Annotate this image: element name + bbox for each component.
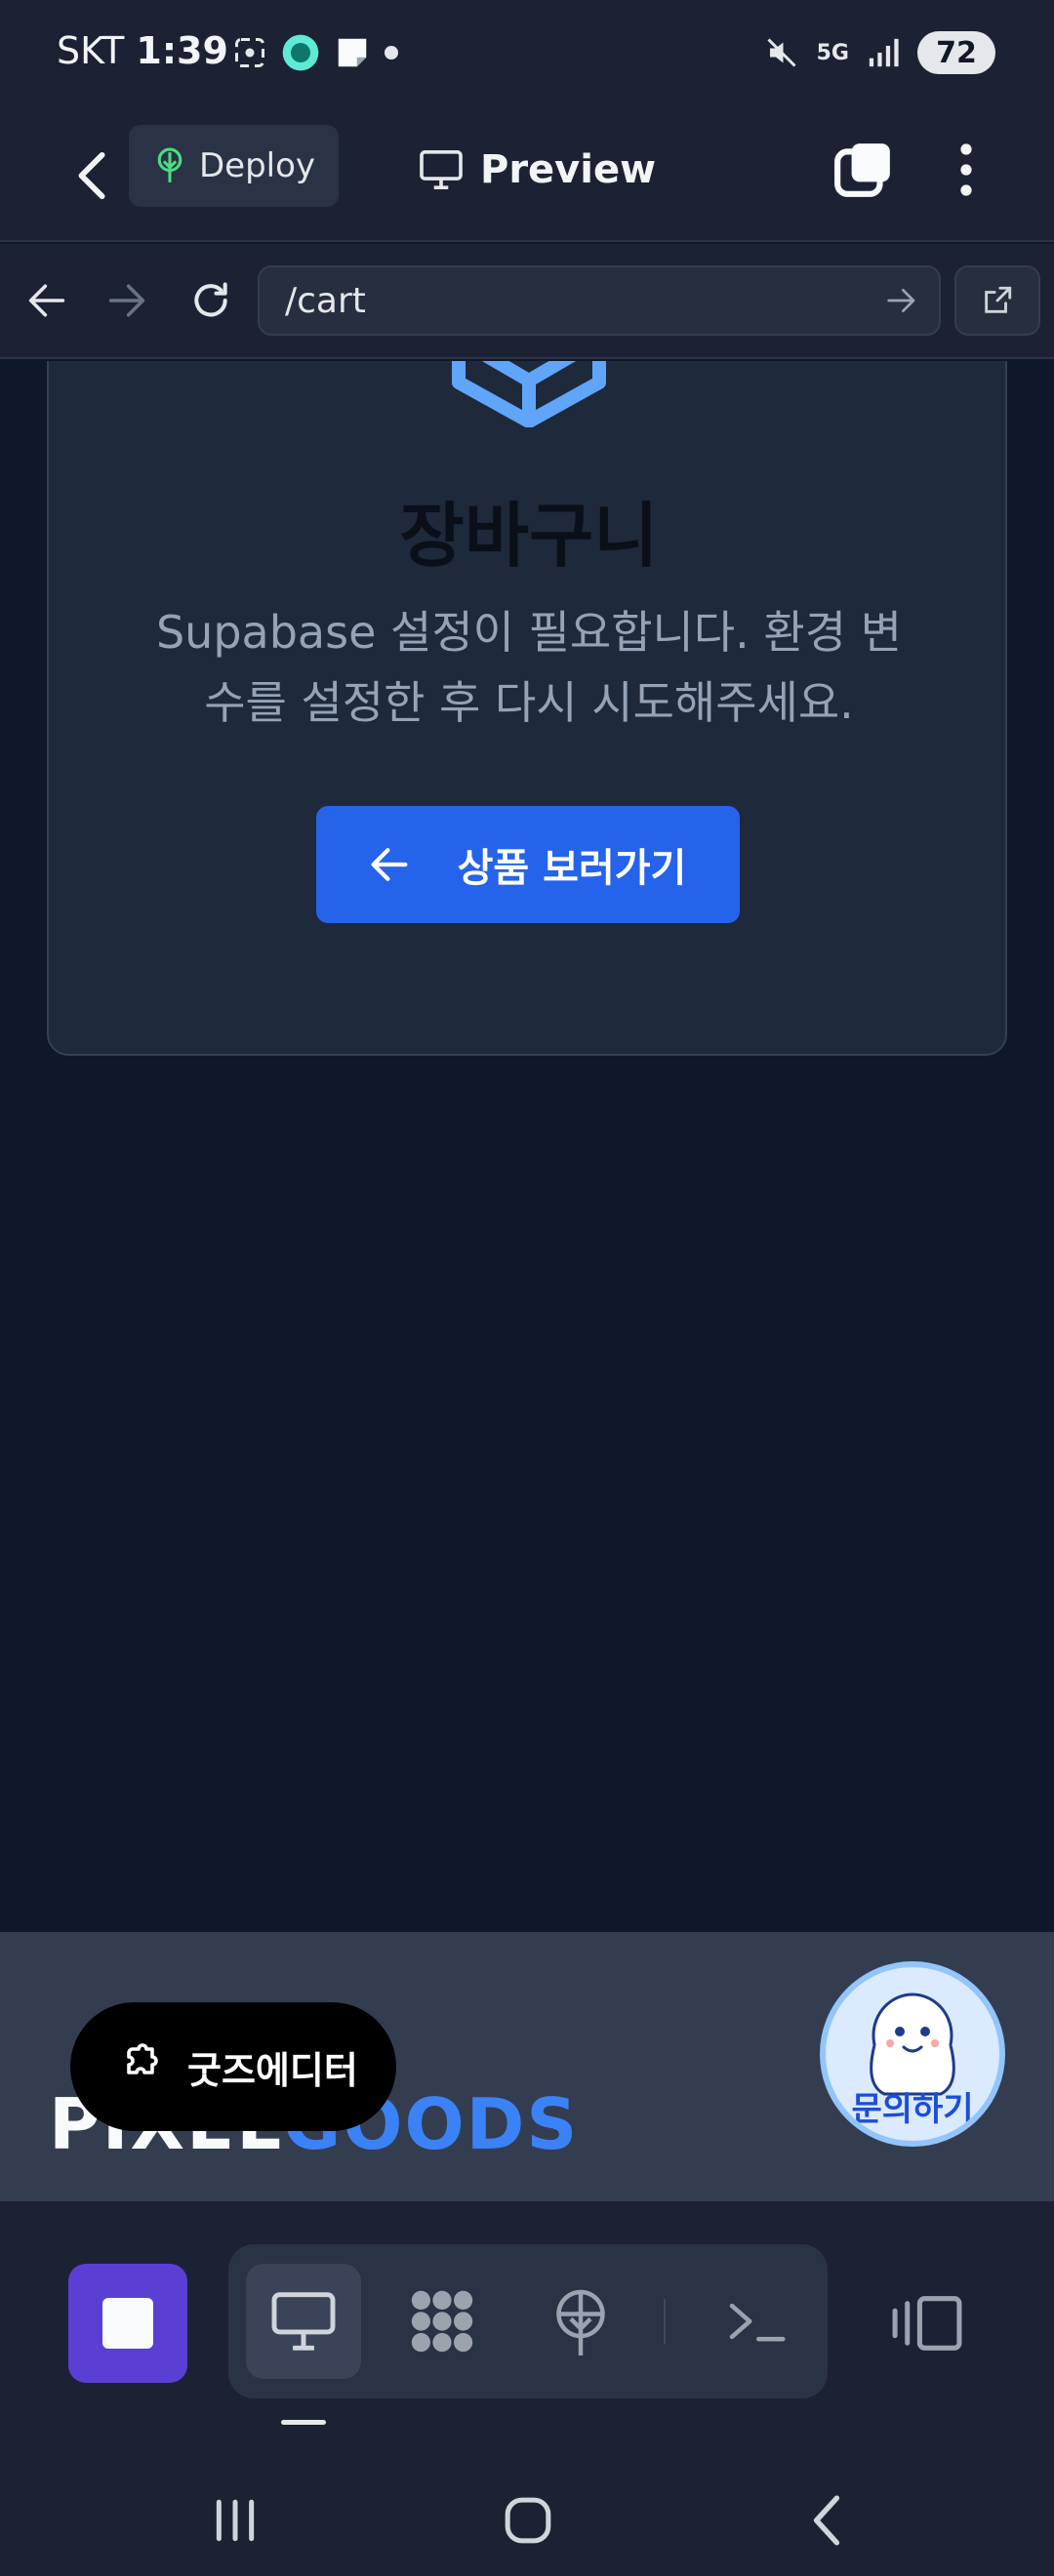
back-arrow-icon (78, 151, 105, 200)
battery-indicator: 72 (917, 31, 995, 74)
view-mode-group (228, 2244, 828, 2398)
goods-editor-label: 굿즈에디터 (187, 2048, 358, 2092)
copy-icon (834, 143, 890, 197)
app-header: Deploy Preview (0, 109, 1054, 242)
screenshot-icon (235, 38, 264, 67)
nav-forward-button[interactable] (96, 269, 158, 332)
home-button[interactable] (484, 2476, 572, 2564)
preview-content: 장바구니 Supabase 설정이 필요합니다. 환경 변수를 설정한 후 다시… (0, 361, 1054, 1932)
tab-terminal[interactable] (699, 2264, 814, 2379)
stop-button[interactable] (68, 2264, 187, 2383)
goods-editor-button[interactable]: 굿즈에디터 (70, 2002, 396, 2131)
url-text: /cart (285, 280, 366, 321)
mute-icon (767, 38, 796, 67)
home-icon (505, 2497, 551, 2544)
cart-card: 장바구니 Supabase 설정이 필요합니다. 환경 변수를 설정한 후 다시… (47, 361, 1007, 1056)
cart-description: Supabase 설정이 필요합니다. 환경 변수를 설정한 후 다시 시도해주… (155, 606, 903, 729)
globe-antenna-icon (556, 2289, 605, 2355)
tab-deploy[interactable] (523, 2264, 638, 2379)
open-external-button[interactable] (954, 265, 1040, 336)
arrow-right-icon (108, 284, 145, 317)
recent-apps-icon (216, 2499, 255, 2542)
note-icon (338, 38, 367, 67)
copy-button[interactable] (830, 133, 898, 207)
system-navigation-bar (0, 2457, 1054, 2574)
box-icon (452, 361, 606, 427)
deploy-label: Deploy (199, 146, 316, 185)
arrow-left-icon (371, 848, 408, 881)
more-menu-button[interactable] (937, 133, 995, 207)
dot-icon (385, 46, 398, 60)
refresh-button[interactable] (180, 269, 242, 332)
carrier-label: SKT (57, 29, 125, 72)
network-type: 5G (816, 40, 849, 65)
panel-toggle-button[interactable] (878, 2264, 976, 2383)
cart-title: 장바구니 (399, 495, 659, 577)
recent-apps-button[interactable] (191, 2476, 279, 2564)
nav-back-button[interactable] (16, 269, 78, 332)
refresh-icon (194, 282, 227, 317)
inquiry-label: 문의하기 (851, 2090, 974, 2129)
active-tab-indicator (281, 2420, 326, 2425)
url-go-arrow-icon[interactable] (886, 283, 917, 318)
status-time: SKT 1:39 (57, 29, 228, 72)
panel-toggle-icon (892, 2296, 962, 2351)
clock: 1:39 (136, 29, 228, 72)
external-link-icon (985, 286, 1012, 313)
url-bar: /cart (0, 244, 1054, 359)
arrow-left-icon (28, 284, 65, 317)
tab-preview[interactable]: Preview (420, 133, 656, 207)
system-back-button[interactable] (783, 2476, 871, 2564)
stop-icon (102, 2298, 153, 2349)
notification-icons (232, 33, 398, 72)
signal-icon (869, 38, 899, 67)
status-bar: SKT 1:39 5G 72 (0, 0, 1054, 109)
terminal-icon (729, 2303, 786, 2342)
deploy-tree-icon (157, 147, 182, 182)
tab-components[interactable] (385, 2264, 500, 2379)
app-notification-icon (282, 34, 319, 71)
desktop-icon (271, 2292, 336, 2351)
preview-label: Preview (480, 147, 657, 192)
back-button[interactable] (59, 139, 127, 213)
dots-grid-icon (411, 2290, 473, 2353)
back-to-products-label: 상품 보러가기 (457, 846, 687, 891)
tab-desktop-preview[interactable] (246, 2264, 361, 2379)
monitor-icon (420, 150, 463, 189)
more-vertical-icon (960, 143, 972, 196)
url-input[interactable]: /cart (258, 265, 941, 336)
toolbar-divider (664, 2299, 666, 2344)
puzzle-icon (127, 2043, 158, 2074)
inquiry-button[interactable]: 문의하기 (820, 1961, 1005, 2147)
site-footer: PIXELGOODS 굿즈에디터 문의하기 (0, 1932, 1054, 2201)
bottom-toolbar (0, 2201, 1054, 2576)
system-status-icons: 5G 72 (764, 31, 995, 74)
system-back-icon (813, 2495, 840, 2546)
deploy-button[interactable]: Deploy (129, 125, 339, 207)
back-to-products-button[interactable]: 상품 보러가기 (316, 806, 740, 923)
